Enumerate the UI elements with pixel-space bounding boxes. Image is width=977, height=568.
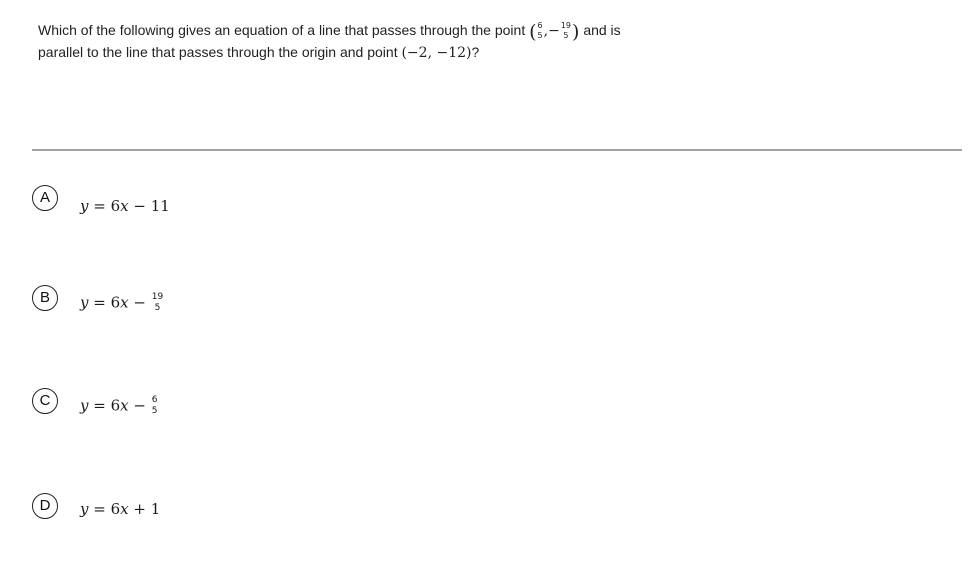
question-text-3: parallel to the line that passes through… <box>38 44 398 60</box>
point-y-fraction: 19 5 <box>560 20 571 40</box>
choice-b[interactable]: B y = 6x − 19 5 <box>32 285 332 315</box>
choice-a[interactable]: A y = 6x − 11 <box>32 185 332 215</box>
choice-fraction: 65 <box>151 395 158 416</box>
choice-fraction: 19 5 <box>151 292 164 313</box>
choice-c[interactable]: C y = 6x − 65 <box>32 388 332 418</box>
point-x-fraction: 65 <box>537 20 543 40</box>
choice-equation: y = 6x + 1 <box>80 500 161 518</box>
point-coordinate: (6 5 ,− 19 5) <box>529 20 580 43</box>
choice-letter-badge[interactable]: C <box>32 388 58 414</box>
choice-letter-badge[interactable]: D <box>32 493 58 519</box>
choice-equation: y = 6x − 65 <box>80 395 158 416</box>
choice-letter-badge[interactable]: A <box>32 185 58 211</box>
choice-d[interactable]: D y = 6x + 1 <box>32 493 332 523</box>
question-prompt: Which of the following gives an equation… <box>38 20 658 63</box>
divider <box>32 149 962 151</box>
question-text-1: Which of the following gives an equation… <box>38 22 526 38</box>
choice-equation: y = 6x − 11 <box>80 197 170 215</box>
choice-letter-badge[interactable]: B <box>32 285 58 311</box>
choice-equation: y = 6x − 19 5 <box>80 292 164 313</box>
question-text-2: and is <box>583 22 621 38</box>
question-mark: ? <box>471 44 480 60</box>
second-point: (−2, −12) <box>401 45 472 61</box>
